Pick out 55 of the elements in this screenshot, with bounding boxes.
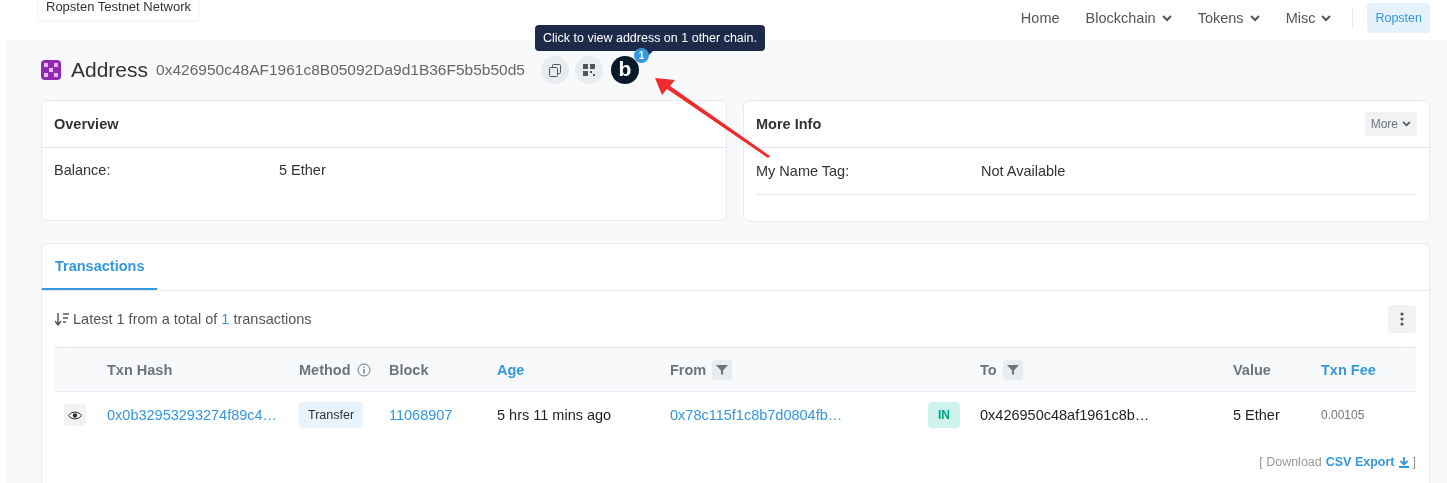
field-label: Balance: [54,162,112,178]
page-title: Address [71,58,149,82]
column-header: Value [1233,361,1271,378]
column-header[interactable]: Age [497,361,525,378]
copy-button[interactable] [540,56,569,84]
block-link[interactable]: 11068907 [389,407,453,423]
column-header: Block [389,361,429,378]
network-badge: Ropsten Testnet Network [38,0,199,20]
qr-code-icon [582,64,595,76]
download-label: [ Download [1259,455,1322,469]
filter-icon [1006,363,1019,376]
nav-link[interactable]: Blockchain [1072,10,1185,26]
csv-export-link[interactable]: CSV Export [1325,455,1409,469]
column-header: Txn Hash [107,361,173,378]
chevron-down-icon [1402,121,1411,127]
direction-tag: IN [928,402,960,428]
download-label: ] [1412,455,1416,469]
network-button[interactable]: Ropsten [1367,3,1430,33]
card-title: Overview [54,116,119,132]
copy-icon [548,63,561,77]
column-header: To [980,361,997,378]
summary-text: Latest 1 from a total of 1 transactions [73,311,312,327]
qr-code-button[interactable] [574,56,603,84]
sort-icon [55,312,69,326]
preview-button[interactable] [64,404,86,426]
table-cell: 5 Ether [1233,407,1280,423]
table-cell: 0x426950c48af1961c8b… [980,407,1150,423]
chain-button[interactable]: b [610,56,639,84]
column-header: Method [299,361,351,378]
nav-link[interactable]: Misc [1272,10,1345,26]
address-link[interactable]: 0x78c115f1c8b7d0804fb… [670,407,843,423]
download-icon [1398,456,1409,468]
hash-link[interactable]: 0x0b32953293274f89c4… [107,407,278,423]
nav-link[interactable]: Home [1007,10,1073,26]
eye-icon [68,410,82,420]
filter-button[interactable] [712,359,733,380]
table-cell: 0.00105 [1321,408,1365,422]
more-icon [1400,312,1404,326]
field-label: My Name Tag: [756,163,851,179]
identicon-icon [41,60,61,80]
filter-icon [716,363,729,376]
info-icon [356,362,371,377]
filter-button[interactable] [1002,359,1023,380]
more-button[interactable]: More [1364,112,1417,136]
tab[interactable]: Transactions [42,244,158,290]
field-value: 5 Ether [279,162,327,178]
table-cell: 5 hrs 11 mins ago [497,407,612,423]
method-tag: Transfer [299,402,364,428]
address-hash: 0x426950c48AF1961c8B05092Da9d1B36F5b5b50d5 [156,61,525,79]
column-header: From [670,361,707,378]
nav-link[interactable]: Tokens [1184,10,1273,26]
count-link[interactable]: 1 [221,311,230,327]
column-header[interactable]: Txn Fee [1321,361,1376,378]
field-value: Not Available [981,163,1067,179]
card-title: More Info [756,116,822,132]
